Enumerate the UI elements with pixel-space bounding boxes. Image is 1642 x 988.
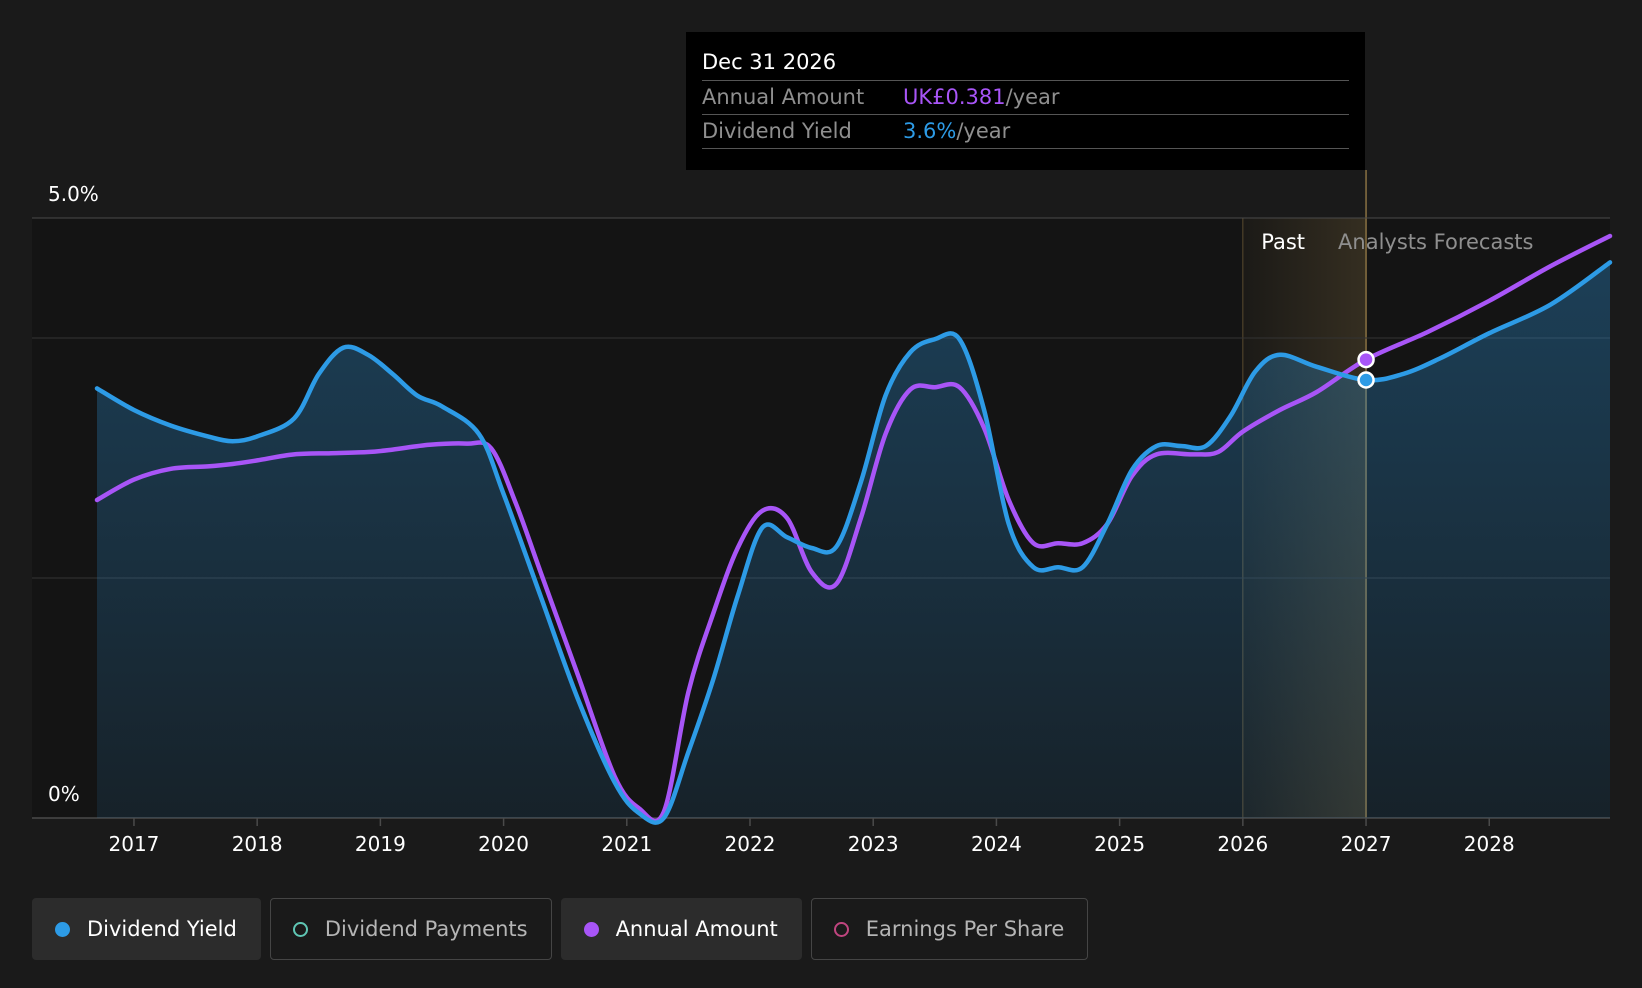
legend-label: Annual Amount (615, 917, 778, 941)
legend-label: Earnings Per Share (865, 917, 1065, 941)
legend: Dividend Yield Dividend Payments Annual … (32, 898, 1089, 960)
tooltip-unit: /year (956, 119, 1011, 143)
x-tick-label: 2025 (1094, 832, 1145, 856)
x-tick-label: 2023 (848, 832, 899, 856)
y-tick-label: 5.0% (48, 182, 99, 206)
legend-label: Dividend Payments (324, 917, 528, 941)
legend-dot-icon (292, 921, 308, 937)
x-tick-label: 2018 (232, 832, 283, 856)
x-tick-label: 2019 (355, 832, 406, 856)
legend-dot-icon (583, 921, 599, 937)
legend-dot-icon (55, 921, 70, 937)
tooltip-value: UK£0.381 (903, 85, 1006, 109)
x-tick-label: 2027 (1341, 832, 1392, 856)
x-tick-label: 2026 (1217, 832, 1268, 856)
region-labels: Past Analysts Forecasts (1261, 230, 1533, 254)
chart-tooltip: Dec 31 2026 Annual Amount UK£0.381 /year… (686, 32, 1365, 170)
highlight-point-annual-amount (1357, 350, 1375, 369)
legend-annual-amount-button[interactable]: Annual Amount (560, 898, 802, 960)
x-tick-label: 2021 (601, 832, 652, 856)
legend-dividend-yield-button[interactable]: Dividend Yield (32, 898, 261, 960)
tooltip-row-dividend-yield: Dividend Yield 3.6% /year (702, 115, 1349, 149)
x-tick-label: 2022 (725, 832, 776, 856)
tooltip-value: 3.6% (903, 119, 957, 143)
forecast-region-label: Analysts Forecasts (1338, 230, 1533, 254)
x-tick-label: 2020 (478, 832, 529, 856)
x-tick-label: 2017 (109, 832, 160, 856)
highlight-point-dividend-yield (1357, 371, 1375, 389)
legend-dividend-payments-button[interactable]: Dividend Payments (269, 898, 552, 960)
tooltip-label: Dividend Yield (702, 119, 852, 143)
tooltip-unit: /year (1005, 85, 1060, 109)
y-tick-label: 0% (48, 782, 80, 806)
tooltip-row-annual-amount: Annual Amount UK£0.381 /year (702, 81, 1349, 115)
x-axis-ticks: 2017 2018 2019 2020 2021 2022 2023 2024 2025 2026… (109, 818, 1515, 856)
x-tick-label: 2028 (1464, 832, 1515, 856)
legend-dot-icon (833, 921, 849, 937)
x-tick-label: 2024 (971, 832, 1022, 856)
legend-earnings-per-share-button[interactable]: Earnings Per Share (810, 898, 1089, 960)
tooltip-label: Annual Amount (702, 85, 865, 109)
past-region-label: Past (1261, 230, 1305, 254)
legend-label: Dividend Yield (87, 917, 237, 941)
tooltip-date: Dec 31 2026 (702, 46, 1349, 81)
